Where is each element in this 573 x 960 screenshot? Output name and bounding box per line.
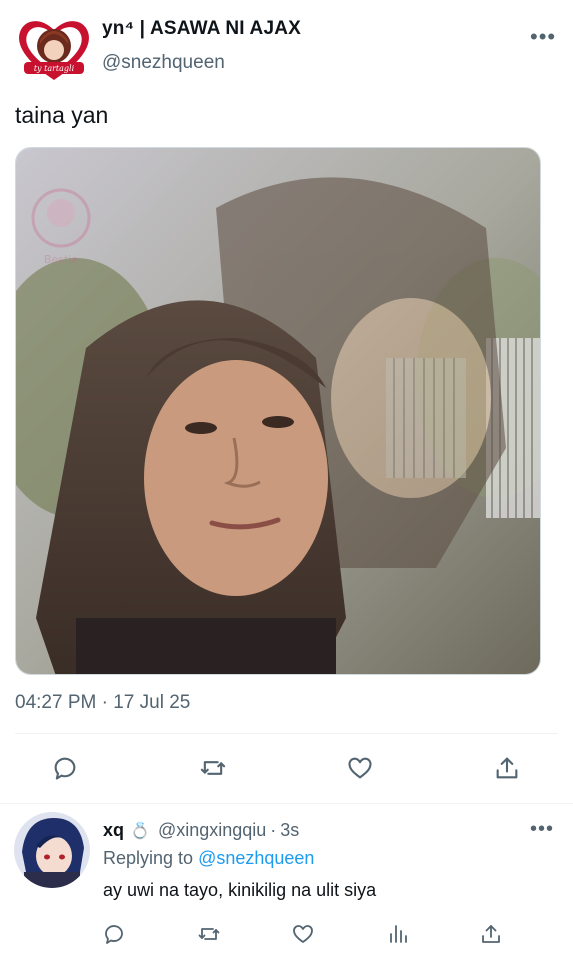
retweet-icon[interactable] [194,919,224,949]
display-name[interactable]: yn⁴ | ASAWA NI AJAX [102,18,301,40]
replying-prefix: Replying to [103,848,194,868]
replying-to: Replying to @snezhqueen [103,848,314,869]
tweet-image[interactable]: Bestie [15,147,541,675]
avatar[interactable] [14,812,90,888]
reply-handle[interactable]: @xingxingqiu [158,820,266,841]
reply-display-name[interactable]: xq [103,820,124,841]
reply-icon[interactable] [99,919,129,949]
replying-to-link[interactable]: @snezhqueen [198,848,314,868]
views-icon[interactable] [383,919,413,949]
reply-time[interactable]: 3s [280,820,299,841]
ellipsis-icon[interactable]: ••• [530,818,554,841]
divider [0,803,573,804]
tweet-text: taina yan [15,102,109,128]
handle[interactable]: @snezhqueen [102,52,225,74]
reply-text: ay uwi na tayo, kinikilig na ulit siya [103,880,377,900]
retweet-icon[interactable] [196,751,230,785]
like-icon[interactable] [343,751,377,785]
reply-header: xq 💍 @xingxingqiu · 3s [103,820,299,841]
avatar[interactable]: ty tartagli [14,14,94,84]
share-icon[interactable] [490,751,524,785]
timestamp[interactable]: 04:27 PM · 17 Jul 25 [15,692,190,714]
ellipsis-icon[interactable]: ••• [530,24,556,50]
svg-text:ty tartagli: ty tartagli [34,64,75,73]
share-icon[interactable] [476,919,506,949]
watermark-text: Bestie [44,253,78,266]
ring-emoji: 💍 [130,822,150,840]
reply-icon[interactable] [48,751,82,785]
separator: · [270,820,277,840]
like-icon[interactable] [288,919,318,949]
divider [15,733,558,734]
